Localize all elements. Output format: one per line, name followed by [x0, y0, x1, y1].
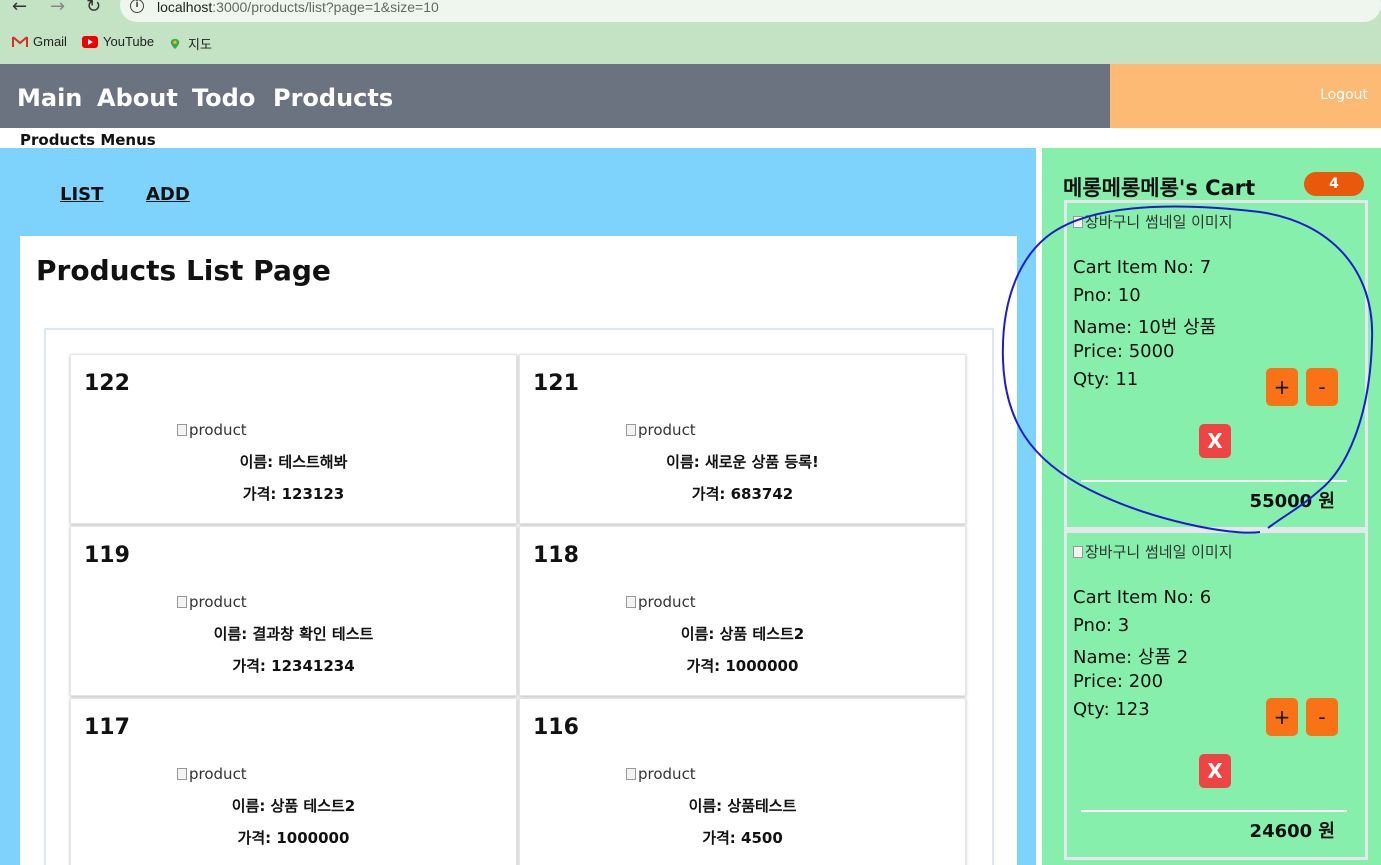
back-icon[interactable]: ← [12, 0, 27, 17]
list-panel: Products List Page 122 product 이름: 테스트해봐… [20, 236, 1017, 865]
cart-item-qty: Qty: 123 [1073, 699, 1150, 720]
product-price: 가격: 1000000 [237, 829, 350, 847]
youtube-icon [82, 35, 98, 48]
product-price: 가격: 123123 [242, 485, 345, 503]
product-name: 이름: 상품 테스트2 [231, 797, 356, 815]
product-price: 가격: 12341234 [232, 657, 355, 675]
cart-item-pno: Pno: 3 [1073, 615, 1130, 636]
decrease-qty-button[interactable]: - [1306, 368, 1338, 406]
cart-item-qty: Qty: 11 [1073, 369, 1139, 390]
logout-link[interactable]: Logout [1320, 87, 1368, 103]
cart-item-total: 55000 원 [1249, 491, 1335, 512]
product-name: 이름: 결과창 확인 테스트 [213, 625, 374, 643]
nav-todo[interactable]: Todo [192, 84, 255, 112]
product-number: 121 [533, 371, 579, 396]
browser-toolbar: ← → ↻ i localhost:3000/products/list?pag… [0, 0, 1381, 64]
product-image: product [177, 765, 247, 783]
product-name: 이름: 상품테스트 [688, 797, 797, 815]
product-card[interactable]: 119 product 이름: 결과창 확인 테스트 가격: 12341234 [70, 526, 517, 696]
bookmark-gmail[interactable]: Gmail [12, 34, 67, 49]
forward-icon[interactable]: → [50, 0, 65, 17]
product-image: product [626, 765, 696, 783]
cart-title: 메롱메롱메롱's Cart [1063, 176, 1256, 200]
nav-products[interactable]: Products [273, 84, 393, 112]
increase-qty-button[interactable]: + [1266, 698, 1298, 736]
product-image: product [626, 593, 696, 611]
reload-icon[interactable]: ↻ [86, 0, 101, 17]
url-text[interactable]: localhost:3000/products/list?page=1&size… [157, 0, 439, 15]
cart-item: 장바구니 썸네일 이미지 Cart Item No: 7 Pno: 10 Nam… [1064, 200, 1368, 530]
product-card[interactable]: 118 product 이름: 상품 테스트2 가격: 1000000 [519, 526, 966, 696]
broken-image-icon [177, 768, 187, 780]
product-price: 가격: 683742 [691, 485, 794, 503]
product-name: 이름: 상품 테스트2 [680, 625, 805, 643]
cart-item-price: Price: 200 [1073, 671, 1164, 692]
product-card[interactable]: 122 product 이름: 테스트해봐 가격: 123123 [70, 354, 517, 524]
remove-item-button[interactable]: X [1199, 754, 1231, 788]
cart-item-name: Name: 10번 상품 [1073, 317, 1217, 338]
bookmark-youtube[interactable]: YouTube [82, 34, 154, 49]
app-nav-bar: Main About Todo Products [0, 64, 1110, 128]
add-link[interactable]: ADD [146, 184, 190, 205]
gmail-icon [12, 35, 28, 47]
product-name: 이름: 테스트해봐 [239, 453, 348, 471]
broken-image-icon [177, 424, 187, 436]
decrease-qty-button[interactable]: - [1306, 698, 1338, 736]
remove-item-button[interactable]: X [1199, 424, 1231, 458]
product-number: 119 [84, 543, 130, 568]
cart-item-name: Name: 상품 2 [1073, 647, 1189, 668]
cart-item-price: Price: 5000 [1073, 341, 1175, 362]
product-price: 가격: 1000000 [686, 657, 799, 675]
cart-panel: 메롱메롱메롱's Cart 4 장바구니 썸네일 이미지 Cart Item N… [1042, 148, 1381, 865]
product-number: 118 [533, 543, 579, 568]
products-main: LIST ADD Products List Page 122 product … [0, 148, 1036, 865]
increase-qty-button[interactable]: + [1266, 368, 1298, 406]
cart-item-no: Cart Item No: 6 [1073, 587, 1212, 608]
product-card[interactable]: 117 product 이름: 상품 테스트2 가격: 1000000 [70, 698, 517, 865]
product-number: 122 [84, 371, 130, 396]
maps-icon [170, 38, 180, 49]
broken-image-icon [626, 596, 636, 608]
nav-main[interactable]: Main [17, 84, 82, 112]
list-link[interactable]: LIST [60, 184, 103, 205]
broken-image-icon [626, 768, 636, 780]
broken-image-icon [1073, 545, 1083, 558]
product-grid: 122 product 이름: 테스트해봐 가격: 123123 121 pro… [44, 328, 994, 865]
product-number: 117 [84, 715, 130, 740]
broken-image-icon [177, 596, 187, 608]
section-title: Products Menus [20, 131, 156, 149]
cart-item-divider [1081, 480, 1347, 482]
cart-item-image: 장바구니 썸네일 이미지 [1073, 211, 1233, 232]
nav-about[interactable]: About [97, 84, 178, 112]
cart-item: 장바구니 썸네일 이미지 Cart Item No: 6 Pno: 3 Name… [1064, 530, 1368, 860]
logout-area: Logout [1110, 64, 1381, 128]
product-card[interactable]: 121 product 이름: 새로운 상품 등록! 가격: 683742 [519, 354, 966, 524]
bookmark-maps[interactable]: 지도 [167, 34, 212, 53]
cart-item-divider [1081, 810, 1347, 812]
product-price: 가격: 4500 [702, 829, 783, 847]
broken-image-icon [1073, 215, 1083, 228]
cart-count-badge: 4 [1304, 172, 1364, 196]
product-image: product [177, 593, 247, 611]
page-title: Products List Page [36, 254, 331, 287]
cart-item-image: 장바구니 썸네일 이미지 [1073, 541, 1233, 562]
product-card[interactable]: 116 product 이름: 상품테스트 가격: 4500 [519, 698, 966, 865]
product-name: 이름: 새로운 상품 등록! [666, 453, 819, 471]
product-number: 116 [533, 715, 579, 740]
broken-image-icon [626, 424, 636, 436]
product-image: product [626, 421, 696, 439]
cart-item-total: 24600 원 [1249, 821, 1335, 842]
cart-item-pno: Pno: 10 [1073, 285, 1141, 306]
cart-item-no: Cart Item No: 7 [1073, 257, 1212, 278]
product-image: product [177, 421, 247, 439]
